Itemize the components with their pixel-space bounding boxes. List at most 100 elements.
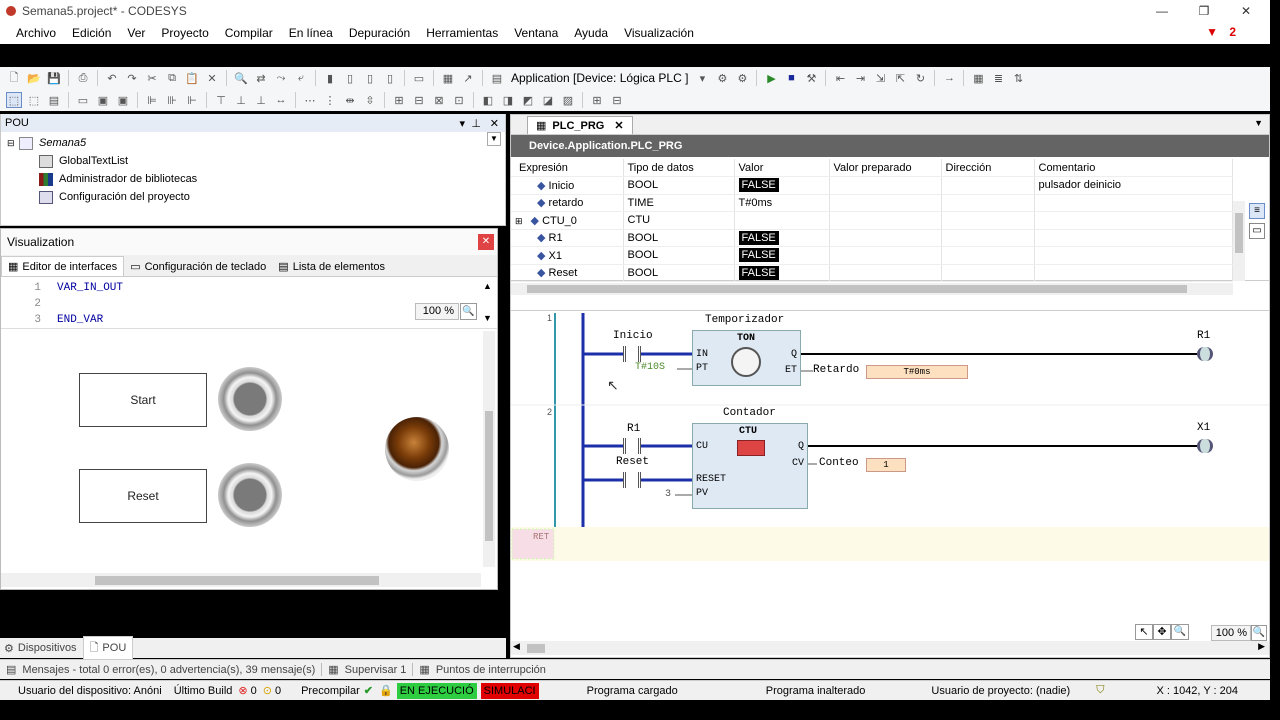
bookmark-next-icon[interactable]: ▯ — [342, 70, 358, 86]
breakpoint-icon[interactable]: ⇤ — [832, 70, 848, 86]
distribute-h-icon[interactable]: ⋯ — [302, 92, 318, 108]
tab-devices[interactable]: Dispositivos — [18, 642, 77, 654]
table-row[interactable]: ◆ Inicio BOOL FALSE pulsador deinicio — [511, 176, 1233, 195]
center-v-icon[interactable]: ⊡ — [451, 92, 467, 108]
application-icon[interactable]: ▤ — [489, 70, 505, 86]
scroll-right-icon[interactable]: ▶ — [1258, 641, 1265, 652]
menu-en-linea[interactable]: En línea — [289, 26, 333, 40]
tab-element-list[interactable]: ▤ Lista de elementos — [272, 257, 391, 276]
coil-r1[interactable] — [1197, 347, 1213, 361]
menu-archivo[interactable]: Archivo — [16, 26, 56, 40]
restore-button[interactable]: ❐ — [1184, 0, 1224, 22]
warning-count[interactable]: 0 — [275, 685, 281, 697]
tab-editor-interfaces[interactable]: ▦ Editor de interfaces — [1, 256, 125, 276]
copy-icon[interactable]: ⧉ — [164, 70, 180, 86]
send-back-icon[interactable]: ◨ — [500, 92, 516, 108]
align-middle-icon[interactable]: ⊥ — [233, 92, 249, 108]
logout-icon[interactable]: ⚙ — [734, 70, 750, 86]
watch-horizontal-scrollbar[interactable] — [511, 283, 1233, 295]
bookmark-prev-icon[interactable]: ▯ — [362, 70, 378, 86]
reset-visu-button[interactable]: Reset — [79, 469, 207, 523]
pou-panel-pin-icon[interactable]: ⊥ — [471, 117, 481, 130]
pou-panel-close-icon[interactable]: ✕ — [490, 117, 499, 130]
save-icon[interactable]: 💾 — [46, 70, 62, 86]
stop-icon[interactable]: ■ — [783, 70, 799, 86]
replace-icon[interactable]: ⇄ — [253, 70, 269, 86]
menu-edicion[interactable]: Edición — [72, 26, 111, 40]
menu-herramientas[interactable]: Herramientas — [426, 26, 498, 40]
group-icon[interactable]: ▣ — [95, 92, 111, 108]
undo-icon[interactable]: ↶ — [104, 70, 120, 86]
same-height-icon[interactable]: ⊟ — [411, 92, 427, 108]
select-mode-icon[interactable]: ⬚ — [6, 92, 22, 108]
same-size-icon[interactable]: ⊞ — [391, 92, 407, 108]
collapse-icon[interactable]: ⊟ — [7, 138, 19, 149]
bring-forward-icon[interactable]: ◩ — [520, 92, 536, 108]
expand-icon[interactable]: ⊞ — [515, 216, 523, 226]
tab-plc-prg[interactable]: ▦ PLC_PRG ✕ — [527, 116, 633, 134]
same-width-icon[interactable]: ↔ — [273, 92, 289, 108]
minimize-button[interactable]: — — [1142, 0, 1182, 22]
menu-depuracion[interactable]: Depuración — [349, 26, 410, 40]
reset-icon[interactable]: ⚒ — [803, 70, 819, 86]
error-count[interactable]: 0 — [251, 685, 257, 697]
tab-breakpoints[interactable]: Puntos de interrupción — [436, 664, 546, 676]
contact-r1[interactable] — [623, 438, 641, 454]
table-row[interactable]: ◆ X1 BOOL FALSE — [511, 246, 1233, 265]
interface-editor-icon[interactable]: ⬚ — [26, 92, 42, 108]
cycle-icon[interactable]: ↻ — [912, 70, 928, 86]
bookmark-clear-icon[interactable]: ▯ — [382, 70, 398, 86]
watch-view-icon[interactable]: ≡ — [1249, 203, 1265, 219]
spacing-h-icon[interactable]: ⇹ — [342, 92, 358, 108]
zoom-icon[interactable]: 🔍 — [460, 303, 477, 320]
force-values-icon[interactable]: ≣ — [990, 70, 1006, 86]
distribute-v-icon[interactable]: ⋮ — [322, 92, 338, 108]
menu-visualizacion[interactable]: Visualización — [624, 26, 694, 40]
table-row[interactable]: ◆ R1 BOOL FALSE — [511, 229, 1233, 247]
visu-horizontal-scrollbar[interactable] — [1, 573, 481, 587]
table-row[interactable]: ⊞ ◆ CTU_0 CTU — [511, 211, 1233, 230]
menu-ventana[interactable]: Ventana — [514, 26, 558, 40]
coil-x1[interactable] — [1197, 439, 1213, 453]
close-window-button[interactable]: ✕ — [1226, 0, 1266, 22]
tab-pou[interactable]: 🗋 POU — [82, 635, 134, 661]
align-center-icon[interactable]: ⊪ — [164, 92, 180, 108]
bookmark-icon[interactable]: ▮ — [322, 70, 338, 86]
menu-ayuda[interactable]: Ayuda — [574, 26, 608, 40]
ladder-horizontal-scrollbar[interactable]: ◀ ▶ — [511, 641, 1269, 655]
scroll-left-icon[interactable]: ◀ — [513, 641, 520, 652]
find-next-icon[interactable]: ⤳ — [273, 70, 289, 86]
background-icon[interactable]: ▨ — [560, 92, 576, 108]
rulers-icon[interactable]: ⊟ — [609, 92, 625, 108]
start-push-button-lamp[interactable] — [218, 367, 282, 431]
menu-compilar[interactable]: Compilar — [225, 26, 273, 40]
bring-front-icon[interactable]: ◧ — [480, 92, 496, 108]
reset-push-button-lamp[interactable] — [218, 463, 282, 527]
align-top-icon[interactable]: ⊤ — [213, 92, 229, 108]
ungroup-icon[interactable]: ▣ — [115, 92, 131, 108]
tab-messages[interactable]: Mensajes - total 0 error(es), 0 adverten… — [22, 664, 315, 676]
table-row[interactable]: ◆ retardo TIME T#0ms — [511, 194, 1233, 212]
step-out-icon[interactable]: ⇱ — [892, 70, 908, 86]
align-right-icon[interactable]: ⊩ — [184, 92, 200, 108]
tree-item-project-config[interactable]: Configuración del proyecto — [7, 188, 505, 206]
contact-reset[interactable] — [623, 472, 641, 488]
spacing-v-icon[interactable]: ⇳ — [362, 92, 378, 108]
close-tab-icon[interactable]: ✕ — [614, 119, 623, 132]
ton-block[interactable]: TON IN PT Q ET — [692, 330, 801, 386]
send-backward-icon[interactable]: ◪ — [540, 92, 556, 108]
move-tool-icon[interactable]: ✥ — [1153, 624, 1171, 640]
visualization-close-icon[interactable]: ✕ — [478, 234, 494, 250]
table-view-icon[interactable]: ▭ — [1249, 223, 1265, 239]
frame-icon[interactable]: ▭ — [75, 92, 91, 108]
visu-vertical-scrollbar[interactable] — [483, 331, 495, 567]
tab-list-dropdown-icon[interactable]: ▼ — [1254, 118, 1263, 128]
step-over-icon[interactable]: ⇥ — [852, 70, 868, 86]
menu-proyecto[interactable]: Proyecto — [161, 26, 208, 40]
align-bottom-icon[interactable]: ⊥ — [253, 92, 269, 108]
scroll-up-icon[interactable]: ▲ — [483, 281, 492, 291]
login-icon[interactable]: ⚙ — [714, 70, 730, 86]
print-icon[interactable]: ⎙ — [75, 70, 91, 86]
grid-snap-icon[interactable]: ⊞ — [589, 92, 605, 108]
grid-icon[interactable]: ▦ — [440, 70, 456, 86]
